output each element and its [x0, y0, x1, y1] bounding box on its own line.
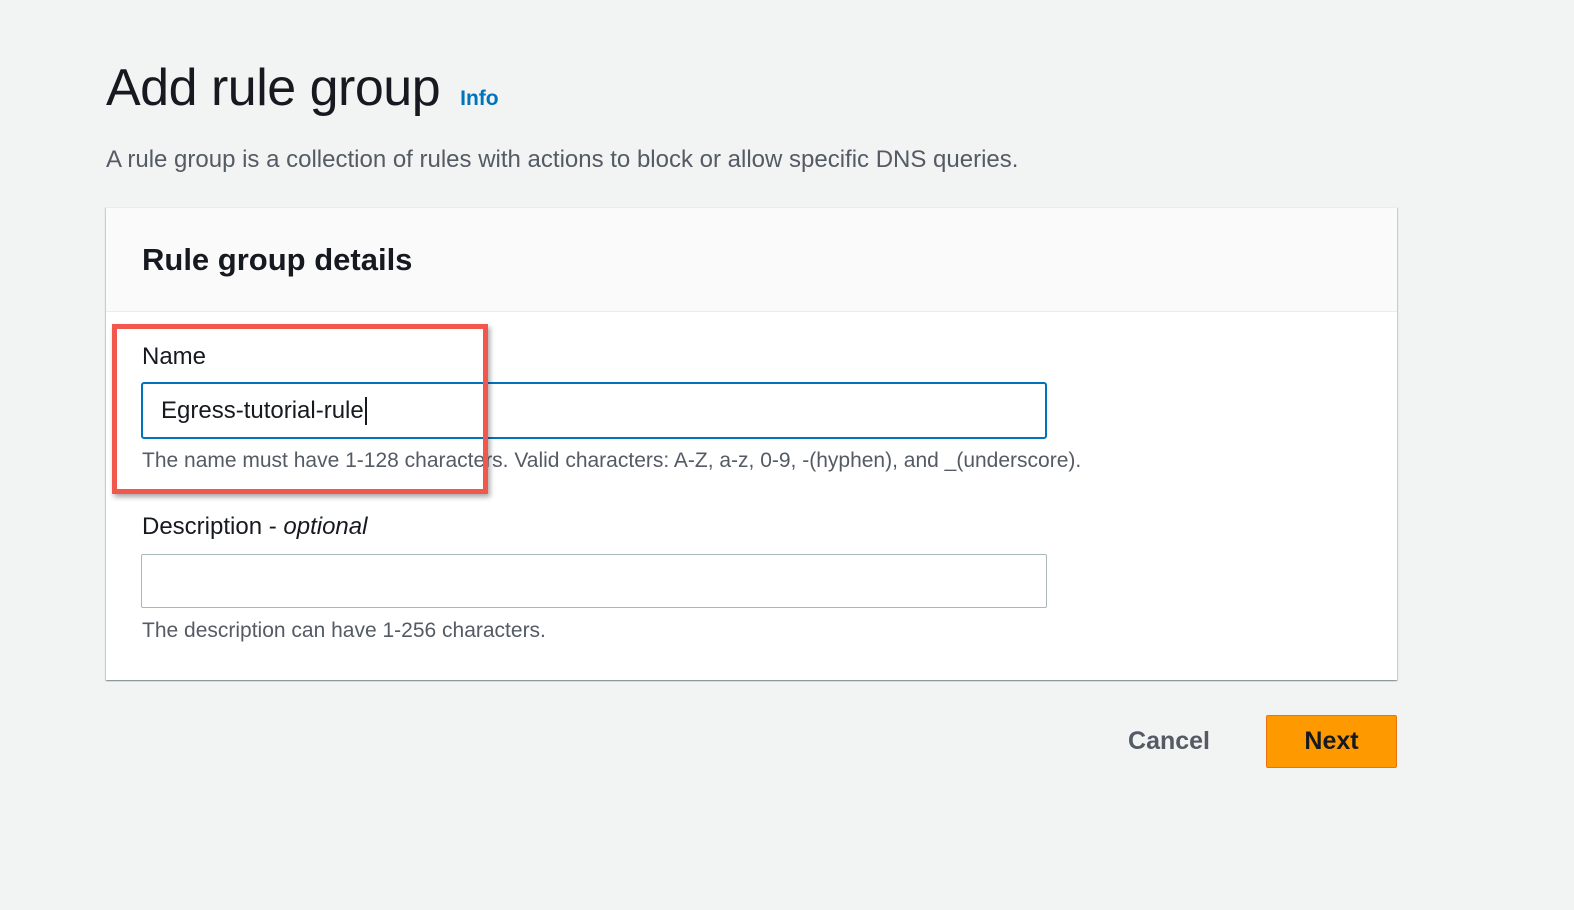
description-input[interactable] — [141, 554, 1047, 608]
description-field-label: Description - optional — [142, 513, 367, 541]
page-title: Add rule group — [106, 59, 441, 117]
page-description: A rule group is a collection of rules wi… — [106, 146, 1019, 173]
panel-header: Rule group details — [106, 208, 1397, 312]
page: Add rule group Info A rule group is a co… — [0, 0, 1574, 910]
name-input[interactable]: Egress-tutorial-rule — [141, 382, 1047, 439]
optional-label: optional — [283, 513, 368, 540]
name-field-label: Name — [142, 343, 207, 370]
name-input-value: Egress-tutorial-rule — [161, 396, 364, 424]
text-caret — [364, 396, 367, 425]
rule-group-details-panel: Rule group details Name Egress-tutorial-… — [106, 207, 1397, 680]
next-button[interactable]: Next — [1266, 715, 1397, 768]
page-header: Add rule group Info — [106, 58, 499, 118]
cancel-button[interactable]: Cancel — [1108, 715, 1230, 768]
name-constraint-text: The name must have 1-128 characters. Val… — [142, 449, 1082, 472]
form-actions: Cancel Next — [1108, 715, 1397, 768]
description-label-text: Description - — [142, 513, 284, 540]
panel-title: Rule group details — [142, 242, 413, 277]
description-constraint-text: The description can have 1-256 character… — [142, 619, 546, 642]
info-link[interactable]: Info — [460, 87, 498, 111]
